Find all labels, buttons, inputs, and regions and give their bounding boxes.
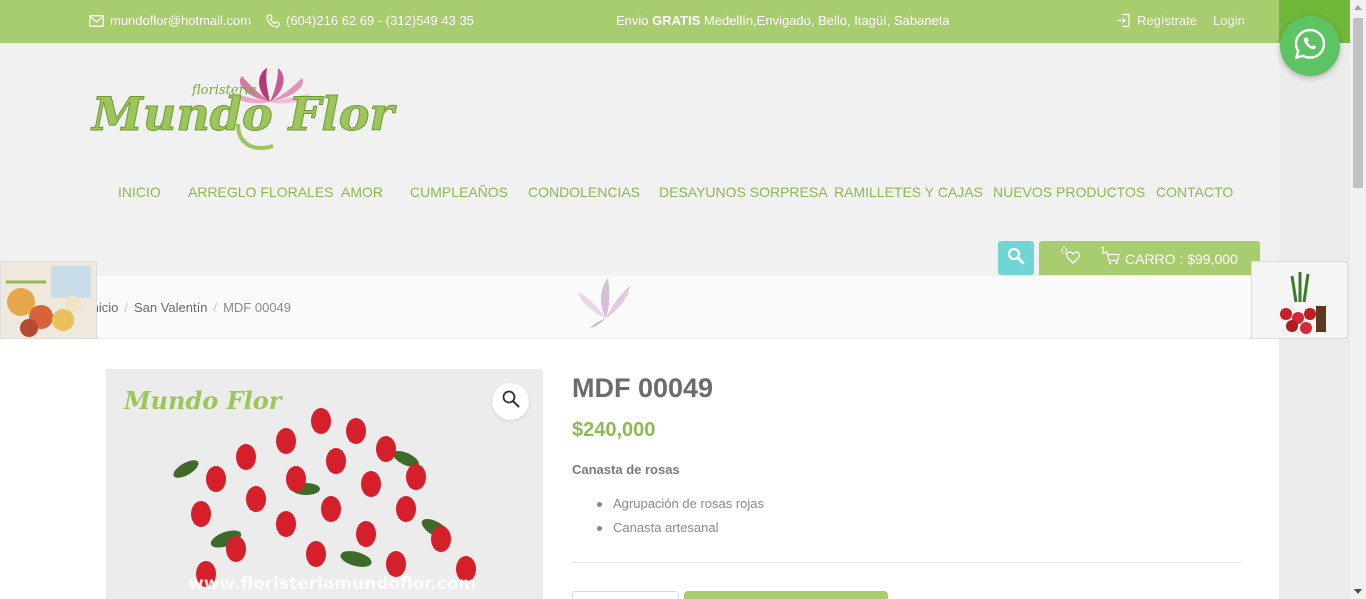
product-feature-item: Agrupación de rosas rojas [597, 496, 764, 520]
shipping-cities: Medellín,Envigado, Bello, Itagüí, Sabane… [700, 13, 950, 28]
phone-icon [266, 13, 280, 28]
email-contact[interactable]: mundoflor@hotmail.com [89, 13, 251, 28]
cart-button[interactable]: 0 1 CARRO : $99,000 [1039, 241, 1260, 275]
prev-product-thumbnail[interactable] [0, 261, 97, 339]
nav-amor[interactable]: AMOR [341, 184, 383, 200]
login-link[interactable]: Login [1213, 13, 1245, 28]
phone-text[interactable]: (604)216 62 69 - (312)549 43 35 [286, 13, 474, 28]
product-image[interactable]: Mundo Flor www.floristeriamundoflor.com [106, 369, 543, 599]
nav-cumpleanos[interactable]: CUMPLEAÑOS [410, 184, 508, 200]
main-nav: INICIO ARREGLO FLORALES AMOR CUMPLEAÑOS … [0, 184, 1279, 202]
product-feature-item: Canasta artesanal [597, 520, 764, 544]
whatsapp-button[interactable] [1280, 16, 1340, 76]
zoom-icon [502, 390, 520, 413]
whatsapp-icon [1293, 27, 1327, 66]
top-bar: mundoflor@hotmail.com (604)216 62 69 - (… [0, 0, 1279, 43]
nav-arreglo-florales[interactable]: ARREGLO FLORALES [188, 184, 334, 200]
nav-desayunos-sorpresa[interactable]: DESAYUNOS SORPRESA [659, 184, 828, 200]
search-button[interactable] [998, 241, 1034, 275]
shipping-free: GRATIS [652, 13, 701, 28]
breadcrumb: Inicio / San Valentín / MDF 00049 [88, 300, 291, 315]
register-link[interactable]: Regístrate [1116, 13, 1197, 28]
register-label[interactable]: Regístrate [1137, 13, 1197, 28]
email-text[interactable]: mundoflor@hotmail.com [110, 13, 251, 28]
image-watermark: www.floristeriamundoflor.com [188, 574, 476, 594]
scrollbar-thumb[interactable] [1353, 18, 1363, 188]
lotus-decoration [574, 274, 640, 330]
cart-icon [1104, 251, 1120, 268]
nav-inicio[interactable]: INICIO [118, 184, 161, 200]
product-title: MDF 00049 [572, 373, 714, 403]
shipping-prefix: Envio [616, 13, 653, 28]
phone-contact[interactable]: (604)216 62 69 - (312)549 43 35 [266, 13, 474, 28]
nav-nuevos-productos[interactable]: NUEVOS PRODUCTOS [993, 184, 1145, 200]
shipping-notice: Envio GRATIS Medellín,Envigado, Bello, I… [616, 13, 950, 28]
envelope-icon [89, 14, 104, 27]
breadcrumb-separator: / [124, 300, 128, 315]
add-to-cart-button[interactable] [684, 591, 888, 599]
logo-main-text: Mundo Flor [90, 87, 397, 141]
cart-total[interactable]: CARRO : $99,000 [1125, 251, 1238, 267]
image-logo: Mundo Flor [123, 386, 284, 415]
login-label[interactable]: Login [1213, 13, 1245, 28]
product-price: $240,000 [572, 419, 656, 441]
summary-divider [572, 562, 1242, 563]
quantity-input[interactable] [572, 591, 679, 599]
nav-condolencias[interactable]: CONDOLENCIAS [528, 184, 640, 200]
breadcrumb-separator: / [213, 300, 218, 315]
scroll-down-icon[interactable] [1354, 589, 1362, 594]
nav-contacto[interactable]: CONTACTO [1156, 184, 1233, 200]
heart-icon[interactable] [1065, 251, 1081, 267]
page-scrollbar[interactable] [1350, 0, 1366, 599]
product-features: Agrupación de rosas rojas Canasta artesa… [597, 496, 764, 544]
nav-ramilletes-y-cajas[interactable]: RAMILLETES Y CAJAS [834, 184, 983, 200]
login-icon [1116, 13, 1131, 28]
breadcrumb-category[interactable]: San Valentín [134, 300, 207, 315]
breadcrumb-current: MDF 00049 [223, 300, 292, 315]
site-logo[interactable]: floristeria Mundo Flor [88, 64, 400, 156]
product-short-description: Canasta de rosas [572, 462, 680, 477]
scroll-up-icon[interactable] [1354, 5, 1362, 10]
search-icon [1007, 247, 1025, 270]
next-product-thumbnail[interactable] [1251, 261, 1348, 339]
zoom-button[interactable] [492, 383, 529, 420]
